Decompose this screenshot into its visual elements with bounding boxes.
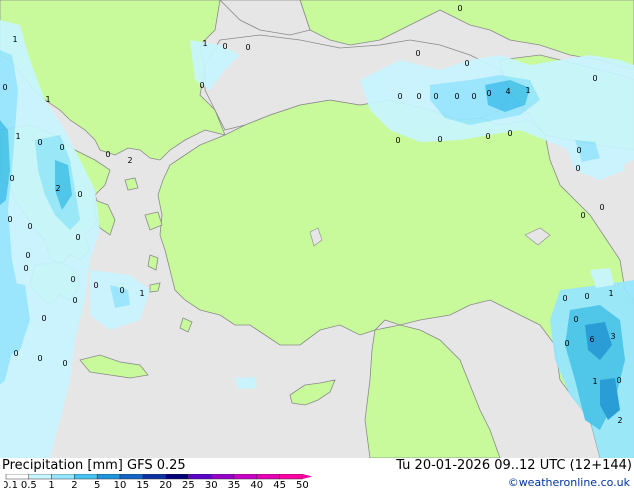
- map-value-label: 0: [62, 359, 67, 368]
- legend-tick-label: 30: [205, 480, 218, 490]
- map-value-label: 3: [610, 332, 615, 341]
- legend-swatch: [210, 474, 235, 480]
- map-value-label: 0: [105, 150, 110, 159]
- map-value-label: 0: [37, 354, 42, 363]
- legend-tick-label: 40: [250, 480, 263, 490]
- map-value-label: 0: [437, 135, 442, 144]
- map-value-label: 0: [471, 92, 476, 101]
- legend-tick-label: 50: [296, 480, 309, 490]
- legend-swatch: [96, 474, 121, 480]
- map-value-label: 1: [608, 289, 613, 298]
- map-value-label: 0: [23, 264, 28, 273]
- map-value-label: 0: [454, 92, 459, 101]
- map-value-label: 0: [562, 294, 567, 303]
- map-value-label: 1: [12, 35, 17, 44]
- map-value-label: 0: [70, 275, 75, 284]
- legend-swatch: [119, 474, 144, 480]
- product-label: Precipitation [mm] GFS 0.25: [2, 458, 186, 473]
- map-value-label: 0: [119, 286, 124, 295]
- legend-swatch: [188, 474, 212, 480]
- map-value-label: 1: [525, 86, 530, 95]
- legend-tick-label: 10: [114, 480, 127, 490]
- legend-tick-label: 25: [182, 480, 195, 490]
- legend-tick-label: 1: [48, 480, 54, 490]
- map-value-label: 1: [15, 132, 20, 141]
- map-value-label: 1: [202, 39, 207, 48]
- map-value-label: 1: [139, 289, 144, 298]
- map-value-label: 0: [395, 136, 400, 145]
- map-value-label: 0: [222, 42, 227, 51]
- map-value-label: 0: [59, 143, 64, 152]
- map-value-label: 0: [564, 339, 569, 348]
- precipitation-legend: 0.1 0.5 1 2 5 10 15 20 25 30 35 40 45 50: [4, 474, 313, 490]
- legend-tick-label: 35: [228, 480, 241, 490]
- precip-cyprus-patch: [235, 377, 257, 389]
- map-value-label: 4: [505, 87, 510, 96]
- precipitation-map: 0 1 0 0 0 0 0 0 0 0 0 0 4 1 0 0 0 0 0 0 1 0 0 0 2 0 2 0 0 0 0 0 0 0 0 0 0 1 0 1…: [0, 0, 634, 458]
- legend-swatch: [233, 474, 258, 480]
- legend-swatch: [279, 474, 303, 480]
- map-value-label: 0: [433, 92, 438, 101]
- legend-tick-label: 45: [273, 480, 286, 490]
- legend-swatch: [256, 474, 280, 480]
- legend-tick-label: 2: [71, 480, 77, 490]
- map-value-label: 1: [45, 95, 50, 104]
- legend-tick-label: 15: [136, 480, 149, 490]
- map-value-label: 0: [464, 59, 469, 68]
- map-value-label: 0: [580, 211, 585, 220]
- legend-swatch: [51, 474, 75, 480]
- credit-link[interactable]: ©weatheronline.co.uk: [508, 476, 630, 489]
- footer: Precipitation [mm] GFS 0.25 Tu 20-01-202…: [0, 458, 634, 490]
- map-value-label: 0: [13, 349, 18, 358]
- legend-tick-label: 0.1: [4, 480, 18, 490]
- map-value-label: 0: [25, 251, 30, 260]
- map-value-label: 0: [27, 222, 32, 231]
- legend-swatch: [165, 474, 189, 480]
- map-value-label: 0: [93, 281, 98, 290]
- map-value-label: 0: [485, 132, 490, 141]
- legend-tick-label: 20: [159, 480, 172, 490]
- map-value-label: 0: [507, 129, 512, 138]
- map-value-label: 0: [573, 315, 578, 324]
- map-value-label: 0: [72, 296, 77, 305]
- map-value-label: 2: [127, 156, 132, 165]
- map-value-label: 0: [599, 203, 604, 212]
- map-value-label: 2: [55, 184, 60, 193]
- map-value-label: 2: [617, 416, 622, 425]
- legend-swatch: [74, 474, 98, 480]
- map-value-label: 0: [575, 164, 580, 173]
- map-value-label: 0: [457, 4, 462, 13]
- map-value-label: 0: [77, 190, 82, 199]
- legend-arrow: [302, 474, 313, 479]
- map-value-label: 0: [397, 92, 402, 101]
- map-value-label: 0: [245, 43, 250, 52]
- map-value-label: 0: [592, 74, 597, 83]
- map-value-label: 0: [616, 376, 621, 385]
- map-value-label: 0: [576, 146, 581, 155]
- map-value-label: 0: [2, 83, 7, 92]
- legend-swatch: [5, 474, 30, 480]
- map-value-label: 0: [486, 89, 491, 98]
- map-value-label: 0: [416, 92, 421, 101]
- map-value-label: 6: [589, 335, 594, 344]
- map-value-label: 0: [199, 81, 204, 90]
- map-value-label: 0: [415, 49, 420, 58]
- legend-swatch: [28, 474, 52, 480]
- map-value-label: 0: [37, 138, 42, 147]
- map-value-label: 0: [75, 233, 80, 242]
- valid-time-label: Tu 20-01-2026 09..12 UTC (12+144): [396, 458, 632, 473]
- map-value-label: 0: [9, 174, 14, 183]
- map-value-label: 0: [41, 314, 46, 323]
- legend-tick-label: 5: [94, 480, 100, 490]
- map-value-label: 1: [592, 377, 597, 386]
- map-value-label: 0: [7, 215, 12, 224]
- legend-tick-label: 0.5: [21, 480, 37, 490]
- map-value-label: 0: [584, 292, 589, 301]
- legend-swatch: [142, 474, 166, 480]
